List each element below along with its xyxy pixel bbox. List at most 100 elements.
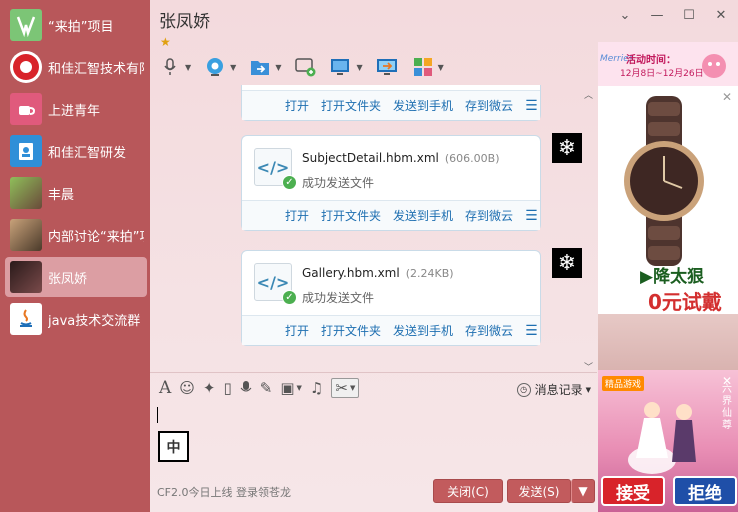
create-discussion-button[interactable] bbox=[293, 56, 317, 78]
image-icon[interactable]: ▣ ▼ bbox=[280, 379, 302, 397]
conversation-item[interactable]: 和佳汇智技术有限 bbox=[5, 47, 147, 87]
font-icon[interactable]: A bbox=[159, 378, 171, 398]
video-call-button[interactable]: ▼ bbox=[203, 56, 236, 78]
voice-message-icon[interactable] bbox=[240, 380, 252, 396]
star-icon[interactable]: ★ bbox=[160, 35, 171, 49]
create-discussion-icon bbox=[293, 56, 317, 78]
more-menu-icon[interactable]: ☰ bbox=[525, 323, 538, 339]
chat-window: 张凤娇 ★ ⌄ — ☐ ✕ ▼ ▼ ▼ ▼ ▼ 打开 打开文件夹 发送到手机 存… bbox=[150, 0, 738, 512]
close-chat-button[interactable]: 关闭(C) bbox=[433, 479, 503, 503]
settings-dropdown-icon[interactable]: ⌄ bbox=[616, 8, 634, 23]
snowflake-avatar-icon[interactable]: ❄ bbox=[552, 133, 582, 163]
chevron-down-icon[interactable]: ▼ bbox=[185, 63, 191, 72]
conversation-name: 丰晨 bbox=[48, 187, 75, 203]
chevron-down-icon[interactable]: ▼ bbox=[586, 386, 591, 394]
send-options-dropdown[interactable]: ▼ bbox=[571, 479, 595, 503]
game-ad[interactable]: 精品游戏 ✕ 六界仙尊 接受 拒绝 bbox=[598, 370, 738, 512]
ime-indicator[interactable]: 中 bbox=[158, 431, 189, 462]
magic-wand-icon[interactable]: ✦ bbox=[203, 379, 216, 397]
screenshot-scissors-icon[interactable]: ✂ ▼ bbox=[331, 377, 360, 398]
group-avatar bbox=[10, 51, 42, 83]
apps-icon bbox=[411, 56, 435, 78]
send-to-phone-link[interactable]: 发送到手机 bbox=[393, 207, 453, 224]
transfer-status: 成功发送文件 bbox=[302, 176, 375, 190]
group-avatar bbox=[10, 219, 42, 251]
chevron-down-icon[interactable]: ▼ bbox=[356, 63, 362, 72]
chevron-down-icon[interactable]: ▼ bbox=[230, 63, 236, 72]
conversation-item[interactable]: 内部讨论“来拍”项 bbox=[5, 215, 147, 255]
file-size: (2.24KB) bbox=[405, 267, 454, 280]
chat-toolbar: ▼ ▼ ▼ ▼ ▼ bbox=[158, 52, 456, 82]
music-icon[interactable]: ♫ bbox=[310, 379, 323, 397]
conversation-item-active[interactable]: 张凤娇 bbox=[5, 257, 147, 297]
reject-button[interactable]: 拒绝 bbox=[673, 476, 737, 506]
conversation-name: “来拍”项目 bbox=[48, 19, 114, 35]
send-to-phone-link[interactable]: 发送到手机 bbox=[393, 97, 453, 114]
conversation-item[interactable]: 丰晨 bbox=[5, 173, 147, 213]
success-check-icon: ✓ bbox=[282, 175, 297, 190]
conversation-name: 和佳汇智研发 bbox=[48, 145, 127, 161]
voice-call-button[interactable]: ▼ bbox=[158, 56, 191, 78]
announcement-text[interactable]: CF2.0今日上线 登录领苍龙 bbox=[157, 484, 291, 500]
watch-image bbox=[624, 96, 704, 266]
more-menu-icon[interactable]: ☰ bbox=[525, 208, 538, 224]
window-controls: ⌄ — ☐ ✕ bbox=[616, 8, 730, 23]
open-folder-link[interactable]: 打开文件夹 bbox=[321, 322, 381, 339]
snowflake-avatar-icon[interactable]: ❄ bbox=[552, 248, 582, 278]
file-size: (606.00B) bbox=[444, 152, 500, 165]
send-to-phone-link[interactable]: 发送到手机 bbox=[393, 322, 453, 339]
cartoon-icon bbox=[702, 54, 726, 78]
conversation-item[interactable]: java技术交流群 bbox=[5, 299, 147, 339]
game-characters-image bbox=[628, 402, 696, 474]
open-link[interactable]: 打开 bbox=[285, 97, 309, 114]
file-message-card: </> ✓ SubjectDetail.hbm.xml (606.00B) 成功发… bbox=[241, 135, 541, 231]
text-caret bbox=[157, 407, 158, 423]
top-ad-banner[interactable]: Merries 活动时间： 12月8日~12月26日 bbox=[598, 42, 738, 86]
message-area[interactable]: 打开 打开文件夹 发送到手机 存到微云 ☰ </> ✓ SubjectDetai… bbox=[150, 85, 597, 370]
minimize-button[interactable]: — bbox=[648, 8, 666, 23]
conversation-name: 和佳汇智技术有限 bbox=[48, 61, 144, 77]
scroll-up-icon[interactable]: ︿ bbox=[584, 88, 593, 101]
share-screen-icon bbox=[375, 56, 399, 78]
message-input[interactable]: 中 bbox=[150, 402, 597, 472]
open-folder-link[interactable]: 打开文件夹 bbox=[321, 97, 381, 114]
share-screen-button[interactable] bbox=[375, 56, 399, 78]
conversation-item[interactable]: “来拍”项目 bbox=[5, 5, 147, 45]
chevron-down-icon[interactable]: ▼ bbox=[350, 384, 355, 392]
input-toolbar: A ☺ ✦ ▯ ✎ ▣ ▼ ♫ ✂ ▼ ◷ 消息记录 ▼ bbox=[150, 372, 597, 402]
chevron-down-icon[interactable]: ▼ bbox=[438, 63, 444, 72]
file-name: Gallery.hbm.xml (2.24KB) bbox=[302, 266, 454, 280]
remote-desktop-button[interactable]: ▼ bbox=[329, 56, 363, 78]
send-file-button[interactable]: ▼ bbox=[248, 56, 281, 78]
conversation-item[interactable]: 上进青年 bbox=[5, 89, 147, 129]
file-name-text: Gallery.hbm.xml bbox=[302, 266, 400, 280]
emoji-icon[interactable]: ☺ bbox=[179, 379, 195, 397]
save-to-weiyun-link[interactable]: 存到微云 bbox=[465, 322, 513, 339]
maximize-button[interactable]: ☐ bbox=[680, 8, 698, 23]
chevron-down-icon[interactable]: ▼ bbox=[275, 63, 281, 72]
watch-ad[interactable]: ✕ ▶降太狠 0元试戴 bbox=[598, 86, 738, 370]
webcam-icon bbox=[203, 56, 227, 78]
edit-icon[interactable]: ✎ bbox=[260, 379, 273, 397]
close-button[interactable]: ✕ bbox=[712, 8, 730, 23]
conversation-name: 内部讨论“来拍”项 bbox=[48, 229, 144, 245]
ad-text: 活动时间： bbox=[626, 55, 676, 66]
group-avatar bbox=[10, 93, 42, 125]
more-menu-icon[interactable]: ☰ bbox=[525, 98, 538, 114]
conversation-name: java技术交流群 bbox=[48, 313, 141, 329]
save-to-weiyun-link[interactable]: 存到微云 bbox=[465, 207, 513, 224]
message-history-button[interactable]: ◷ 消息记录 ▼ bbox=[516, 381, 591, 398]
open-folder-link[interactable]: 打开文件夹 bbox=[321, 207, 381, 224]
accept-button[interactable]: 接受 bbox=[601, 476, 665, 506]
clock-icon: ◷ bbox=[516, 382, 531, 397]
apps-button[interactable]: ▼ bbox=[411, 56, 444, 78]
send-button[interactable]: 发送(S) bbox=[507, 479, 571, 503]
ad-offer: 0元试戴 bbox=[648, 290, 722, 314]
chevron-down-icon[interactable]: ▼ bbox=[297, 384, 302, 392]
shake-window-icon[interactable]: ▯ bbox=[224, 379, 232, 397]
open-link[interactable]: 打开 bbox=[285, 207, 309, 224]
save-to-weiyun-link[interactable]: 存到微云 bbox=[465, 97, 513, 114]
conversation-item[interactable]: 和佳汇智研发 bbox=[5, 131, 147, 171]
open-link[interactable]: 打开 bbox=[285, 322, 309, 339]
ad-headline: ▶降太狠 bbox=[640, 267, 705, 287]
